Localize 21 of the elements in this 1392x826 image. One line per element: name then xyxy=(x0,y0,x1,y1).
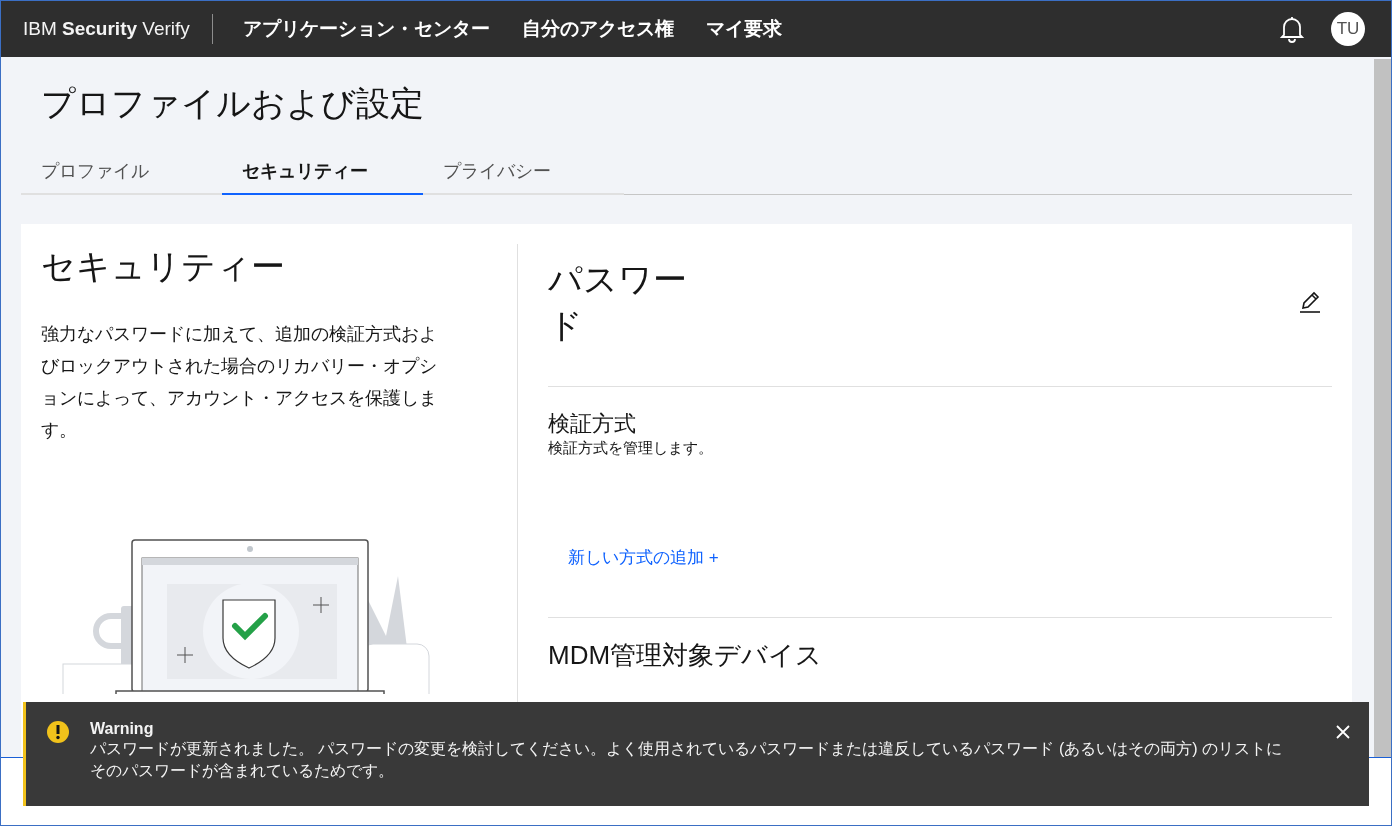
add-method-link[interactable]: 新しい方式の追加 + xyxy=(568,546,719,569)
notification-message: パスワードが更新されました。 パスワードの変更を検討してください。よく使用されているパスワードまたは違反しているパスワード (あるいはその両方) のリストにそのパスワードが含まれているためです。 xyxy=(90,739,1283,781)
section-title: セキュリティー xyxy=(41,246,286,287)
description: 強力なパスワードに加えて、追加の検証方式およびロックアウトされた場合のリカバリー・オプションによって、アカウント・アクセスを保護します。 xyxy=(41,323,437,442)
tab[interactable]: プライバシー xyxy=(423,159,624,195)
nav-link[interactable]: マイ要求 xyxy=(705,16,782,42)
page-title: プロファイルおよび設定 xyxy=(41,83,425,124)
brand-name: IBM Security Verify xyxy=(23,14,213,44)
section-subtitle: 検証方式を管理します。 xyxy=(548,439,714,458)
tab[interactable]: セキュリティー xyxy=(222,159,423,195)
nav-link[interactable]: アプリケーション・センター xyxy=(242,16,490,42)
notification-icon[interactable] xyxy=(1279,15,1305,43)
section-heading: 検証方式 xyxy=(548,410,637,438)
nav-link[interactable]: 自分のアクセス権 xyxy=(521,16,674,42)
warning-icon xyxy=(46,720,70,744)
scrollbar[interactable] xyxy=(1374,59,1391,757)
tab[interactable]: プロファイル xyxy=(21,159,222,195)
notification-title: Warning xyxy=(90,720,155,738)
section-heading: MDM管理対象デバイス xyxy=(548,640,824,670)
user-avatar[interactable]: TU xyxy=(1331,12,1365,46)
password-title: パスワード xyxy=(548,259,688,346)
